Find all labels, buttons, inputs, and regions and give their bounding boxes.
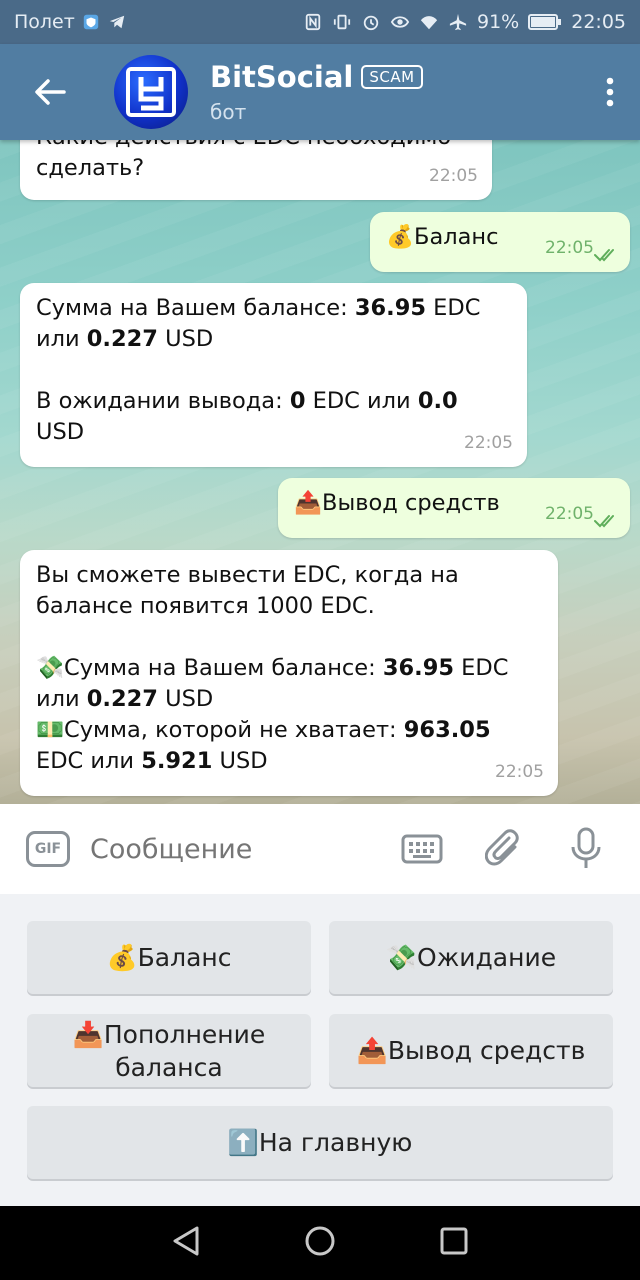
missing-usd-line: EDC или 5.921 USD [36,748,268,774]
scam-badge: SCAM [361,65,423,89]
microphone-icon [571,827,601,868]
message-time: 22:05 [495,762,544,782]
message-time: 22:05 [429,166,478,186]
alarm-icon [363,15,379,31]
money-bag-emoji: 💰 [106,943,138,972]
message-outgoing: 📤Вывод средств 22:05 [278,478,630,538]
eye-icon [390,16,410,28]
chat-title: BitSocial [210,60,354,94]
message-outgoing: 💰Баланс 22:05 [370,212,630,272]
balance-edc: 36.95 [354,295,427,321]
bot-keyboard: 💰 Баланс 💸 Ожидание 📥Пополнение баланса 📤 В… [0,894,640,1206]
money-bag-emoji: 💰 [386,224,415,250]
message-input-bar: GIF [0,804,640,894]
message-text: Вывод средств [322,490,500,516]
keyboard-button[interactable] [400,827,444,871]
system-nav-bar [0,1206,640,1280]
inbox-emoji: 📥 [72,1019,104,1049]
balance-line: Сумма на Вашем балансе: 36.95 EDC [36,295,481,321]
money-wings-emoji: 💸 [385,943,418,972]
nav-recents-button[interactable] [439,1226,469,1260]
message-time: 22:05 [545,504,594,524]
battery-icon [528,14,562,30]
keyboard-icon [401,834,443,864]
balance-usd-line: или 0.227 USD [36,686,214,712]
double-check-icon [594,515,614,528]
square-recents-icon [440,1227,468,1255]
message-incoming: Вы сможете вывести EDC, когда на балансе… [20,550,558,796]
airplane-icon [449,13,467,31]
missing-usd: 5.921 [141,748,213,774]
chat-area[interactable]: Какие действия с EDC необходимо сделать?… [0,140,640,804]
chat-subtitle: бот [210,100,247,124]
nav-home-button[interactable] [304,1225,336,1261]
battery-percent: 91% [477,11,520,33]
circle-home-icon [305,1226,335,1256]
message-text: Баланс [414,224,499,250]
pending-edc: 0 [289,388,306,414]
outbox-emoji: 📤 [294,490,323,516]
arrow-left-icon [35,79,66,105]
nfc-icon [305,13,321,31]
triangle-back-icon [173,1226,199,1256]
keyboard-button-deposit[interactable]: 📥Пополнение баланса [27,1014,311,1087]
message-time: 22:05 [464,433,513,453]
avatar[interactable] [114,55,188,129]
chat-header: BitSocial SCAM бот [0,44,640,140]
shield-icon [83,14,99,30]
missing-edc: 963.05 [403,717,491,743]
balance-line: 💸Сумма на Вашем балансе: 36.95 EDC [36,655,509,681]
nav-back-button[interactable] [171,1225,201,1261]
telegram-icon [109,15,125,29]
gif-button[interactable]: GIF [26,831,70,867]
status-bar: Полет 91% 22:05 [0,0,640,44]
bitsocial-logo-icon [126,67,176,117]
keyboard-button-home[interactable]: ⬆️ На главную [27,1106,613,1179]
withdraw-info-text: Вы сможете вывести EDC, когда на балансе… [36,562,459,619]
voice-button[interactable] [564,827,608,871]
missing-line: 💵Сумма, которой не хватает: 963.05 [36,717,491,743]
message-incoming: Какие действия с EDC необходимо сделать?… [20,140,492,200]
outbox-emoji: 📤 [356,1036,388,1065]
attach-button[interactable] [482,827,526,871]
pending-line: В ожидании вывода: 0 EDC или 0.0 [36,388,458,414]
up-arrow-emoji: ⬆️ [227,1128,259,1157]
back-button[interactable] [0,44,100,140]
balance-usd: 0.227 [86,686,158,712]
wifi-icon [420,16,438,30]
message-text: Какие действия с EDC необходимо сделать? [36,140,451,181]
keyboard-button-pending[interactable]: 💸 Ожидание [329,921,613,994]
more-button[interactable] [580,44,640,140]
balance-usd: 0.227 [86,326,158,352]
double-check-icon [594,249,614,262]
pending-usd: 0.0 [417,388,458,414]
clock: 22:05 [571,11,626,33]
keyboard-button-withdraw[interactable]: 📤 Вывод средств [329,1014,613,1087]
message-time: 22:05 [545,238,594,258]
more-vertical-icon [606,77,614,107]
message-incoming: Сумма на Вашем балансе: 36.95 EDC или 0.… [20,283,527,467]
vibrate-icon [333,14,351,30]
balance-edc: 36.95 [382,655,455,681]
keyboard-button-balance[interactable]: 💰 Баланс [27,921,311,994]
chat-title-block[interactable]: BitSocial SCAM бот [210,60,423,124]
message-input[interactable] [90,833,380,865]
balance-usd-line: или 0.227 USD [36,326,214,352]
paperclip-icon [485,829,519,866]
carrier-label: Полет [14,11,75,33]
